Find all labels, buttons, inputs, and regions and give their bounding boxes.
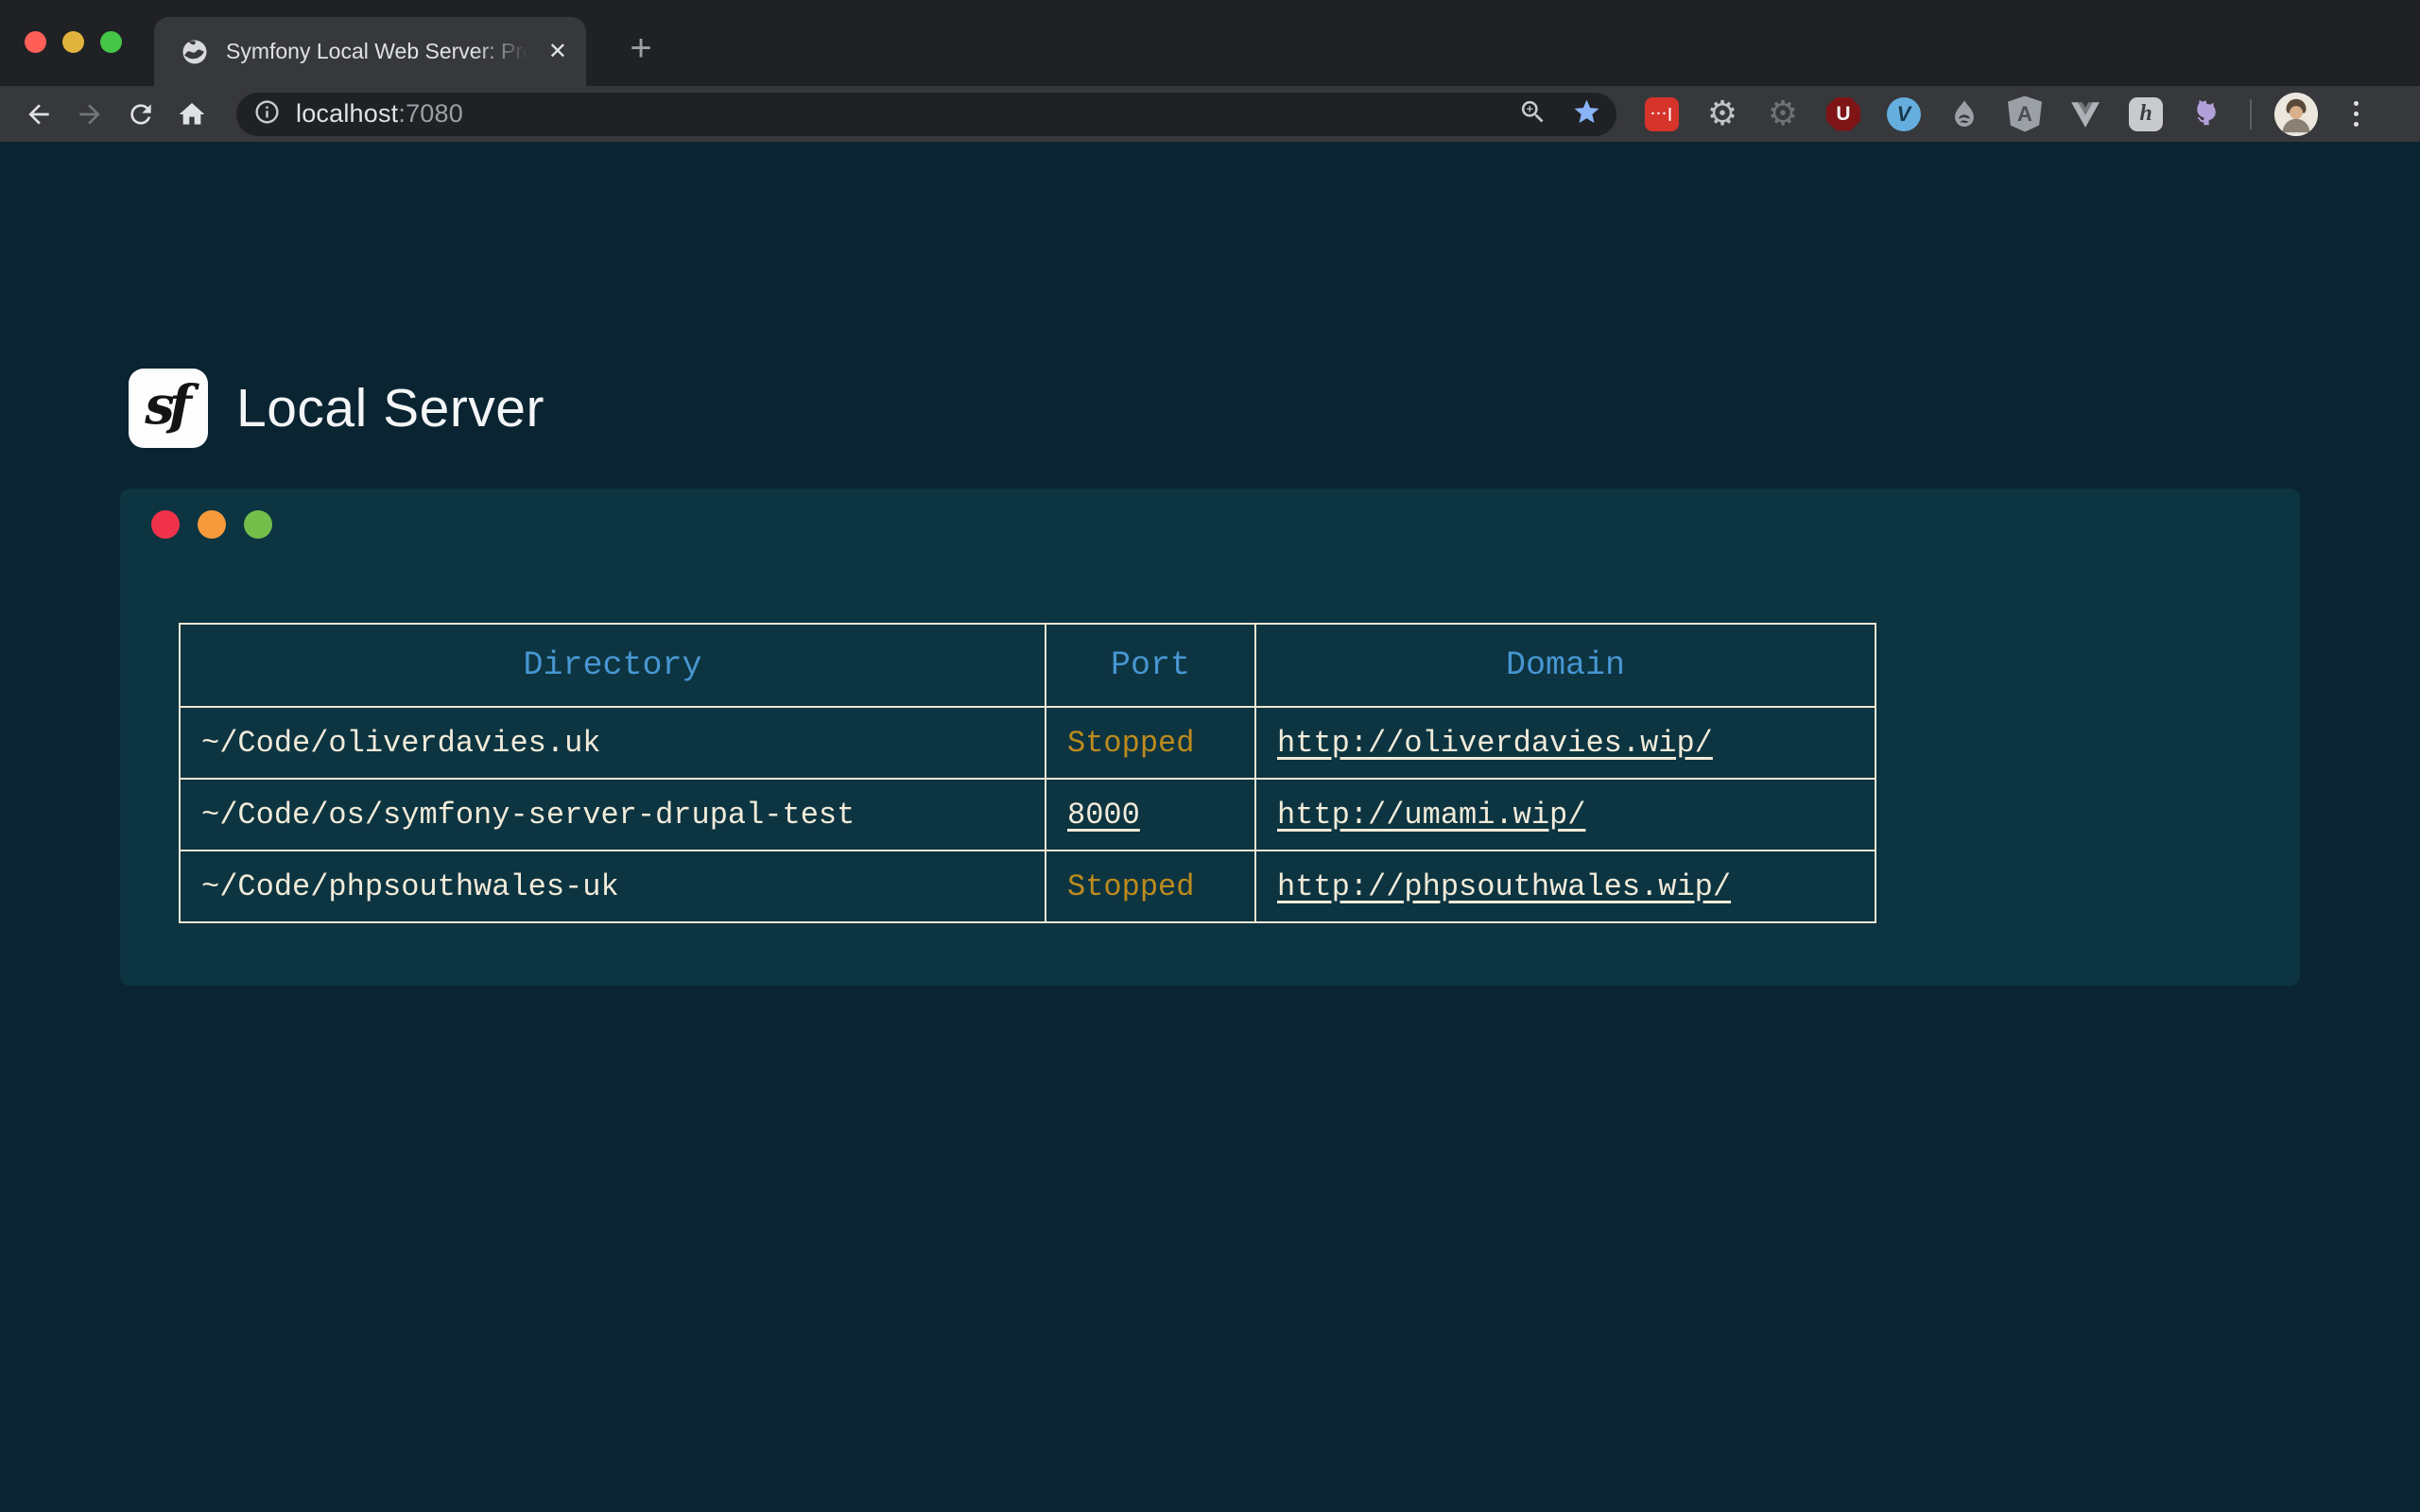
- domain-cell: http://umami.wip/: [1255, 779, 1876, 850]
- forward-button[interactable]: [64, 89, 115, 140]
- globe-favicon-icon: [181, 38, 209, 66]
- page-header: sf Local Server: [129, 369, 544, 448]
- port-cell: Stopped: [1046, 850, 1255, 922]
- page-background: sf Local Server Directory Port Domain ~/…: [0, 142, 2420, 1512]
- column-header-port: Port: [1046, 624, 1255, 707]
- card-window-dots: [151, 510, 272, 539]
- browser-toolbar: localhost:7080 ···| ⚙ ⚙ U V A: [0, 86, 2420, 142]
- port-status: Stopped: [1067, 726, 1194, 761]
- table-header-row: Directory Port Domain: [180, 624, 1876, 707]
- vue-extension-icon[interactable]: [2066, 95, 2104, 133]
- gear-extension-icon[interactable]: ⚙: [1703, 95, 1741, 133]
- tab-title: Symfony Local Web Server: Prox: [226, 39, 528, 64]
- back-button[interactable]: [13, 89, 64, 140]
- port-cell: Stopped: [1046, 707, 1255, 779]
- url-bar[interactable]: localhost:7080: [236, 93, 1616, 136]
- card-dot-red: [151, 510, 180, 539]
- port-cell: 8000: [1046, 779, 1255, 850]
- terminal-card: Directory Port Domain ~/Code/oliverdavie…: [120, 489, 2300, 986]
- symfony-logo-icon: sf: [129, 369, 208, 448]
- servers-table: Directory Port Domain ~/Code/oliverdavie…: [179, 623, 1876, 923]
- site-info-icon[interactable]: [253, 98, 281, 130]
- url-host: localhost: [296, 99, 398, 128]
- profile-avatar[interactable]: [2274, 93, 2318, 136]
- port-link[interactable]: 8000: [1067, 798, 1140, 833]
- column-header-directory: Directory: [180, 624, 1046, 707]
- new-tab-button[interactable]: +: [619, 26, 663, 70]
- url-port: :7080: [398, 99, 463, 128]
- browser-tab[interactable]: Symfony Local Web Server: Prox ✕: [154, 17, 586, 86]
- github-octocat-extension-icon[interactable]: [2187, 95, 2225, 133]
- domain-link[interactable]: http://umami.wip/: [1277, 798, 1585, 833]
- directory-cell: ~/Code/os/symfony-server-drupal-test: [180, 779, 1046, 850]
- table-row: ~/Code/os/symfony-server-drupal-test 800…: [180, 779, 1876, 850]
- port-status: Stopped: [1067, 869, 1194, 904]
- directory-cell: ~/Code/phpsouthwales-uk: [180, 850, 1046, 922]
- extensions-row: ···| ⚙ ⚙ U V A h: [1643, 95, 2225, 133]
- h-extension-icon[interactable]: h: [2127, 95, 2165, 133]
- lastpass-extension-icon[interactable]: ···|: [1643, 95, 1681, 133]
- zoom-in-icon[interactable]: [1518, 97, 1547, 131]
- tab-close-icon[interactable]: ✕: [548, 41, 567, 63]
- window-minimize-button[interactable]: [62, 31, 84, 53]
- domain-link[interactable]: http://oliverdavies.wip/: [1277, 726, 1713, 761]
- url-text: localhost:7080: [296, 99, 463, 129]
- drupal-extension-icon[interactable]: [1945, 95, 1983, 133]
- table-row: ~/Code/phpsouthwales-uk Stopped http://p…: [180, 850, 1876, 922]
- toolbar-separator: [2250, 99, 2252, 129]
- blue-v-extension-icon[interactable]: V: [1885, 95, 1923, 133]
- card-dot-orange: [198, 510, 226, 539]
- tab-bar: Symfony Local Web Server: Prox ✕ +: [0, 0, 2420, 86]
- domain-cell: http://phpsouthwales.wip/: [1255, 850, 1876, 922]
- domain-cell: http://oliverdavies.wip/: [1255, 707, 1876, 779]
- column-header-domain: Domain: [1255, 624, 1876, 707]
- domain-link[interactable]: http://phpsouthwales.wip/: [1277, 869, 1731, 904]
- gear-dimmed-extension-icon[interactable]: ⚙: [1764, 95, 1802, 133]
- reload-button[interactable]: [115, 89, 166, 140]
- home-button[interactable]: [166, 89, 217, 140]
- ublock-extension-icon[interactable]: U: [1824, 95, 1862, 133]
- table-row: ~/Code/oliverdavies.uk Stopped http://ol…: [180, 707, 1876, 779]
- card-dot-green: [244, 510, 272, 539]
- bookmark-star-icon[interactable]: [1572, 97, 1601, 131]
- browser-menu-button[interactable]: [2337, 93, 2375, 136]
- page-title: Local Server: [236, 377, 544, 439]
- directory-cell: ~/Code/oliverdavies.uk: [180, 707, 1046, 779]
- window-close-button[interactable]: [25, 31, 46, 53]
- angular-extension-icon[interactable]: A: [2006, 95, 2044, 133]
- window-zoom-button[interactable]: [100, 31, 122, 53]
